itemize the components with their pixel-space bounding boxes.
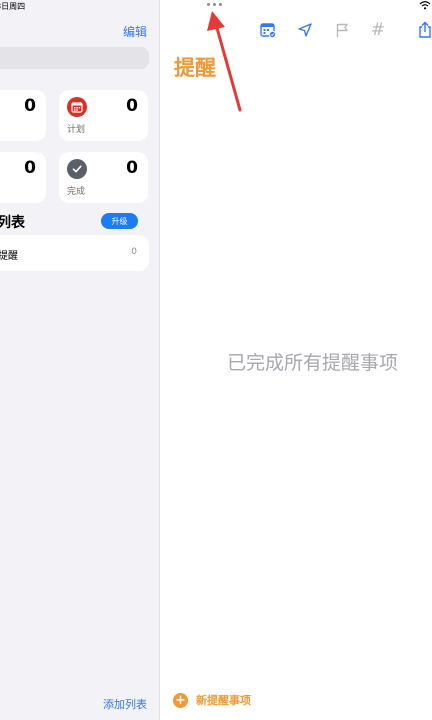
- search-input[interactable]: [0, 47, 149, 69]
- smart-list-completed[interactable]: 0 完成: [59, 152, 148, 203]
- new-reminder-label: 新提醒事项: [196, 694, 251, 707]
- smart-list-card[interactable]: 0: [0, 152, 46, 203]
- wifi-icon: [419, 1, 431, 10]
- status-bar-date: 8日周四: [0, 2, 26, 11]
- main-pane: # 提醒 已完成所有提醒事项 + 新提醒事项: [161, 0, 432, 720]
- list-item[interactable]: 提醒 0: [0, 235, 149, 271]
- page-title: 提醒: [174, 56, 216, 80]
- plus-icon: +: [173, 692, 188, 708]
- calendar-icon[interactable]: [258, 20, 278, 40]
- share-icon[interactable]: [415, 20, 432, 40]
- card-label: 计划: [67, 125, 86, 135]
- flag-icon[interactable]: [332, 20, 352, 40]
- add-list-button[interactable]: 添加列表: [103, 696, 147, 712]
- list-item-count: 0: [131, 247, 137, 257]
- card-count: 0: [24, 96, 36, 116]
- new-reminder-button[interactable]: + 新提醒事项: [173, 692, 251, 708]
- card-count: 0: [126, 96, 138, 116]
- list-item-name: 提醒: [0, 251, 18, 262]
- hashtag-glyph: #: [370, 20, 386, 40]
- checkmark-icon: [67, 159, 87, 179]
- smart-list-card[interactable]: 0: [0, 90, 46, 141]
- upgrade-button[interactable]: 升级: [101, 213, 138, 229]
- edit-button[interactable]: 编辑: [123, 23, 147, 40]
- empty-state-message: 已完成所有提醒事项: [227, 352, 399, 374]
- calendar-icon: [67, 97, 87, 117]
- lists-header: 列表: [0, 215, 25, 231]
- card-count: 0: [24, 158, 36, 178]
- multitasking-dots-icon[interactable]: [207, 3, 222, 6]
- sidebar: 8日周四 编辑 0 0 计划 0 0 完成 列表 升级 提醒 0 添加列表: [0, 0, 160, 720]
- hashtag-icon[interactable]: #: [368, 20, 388, 40]
- card-count: 0: [126, 158, 138, 178]
- location-arrow-icon[interactable]: [295, 20, 315, 40]
- card-label: 完成: [67, 187, 86, 197]
- smart-list-scheduled[interactable]: 0 计划: [59, 90, 148, 141]
